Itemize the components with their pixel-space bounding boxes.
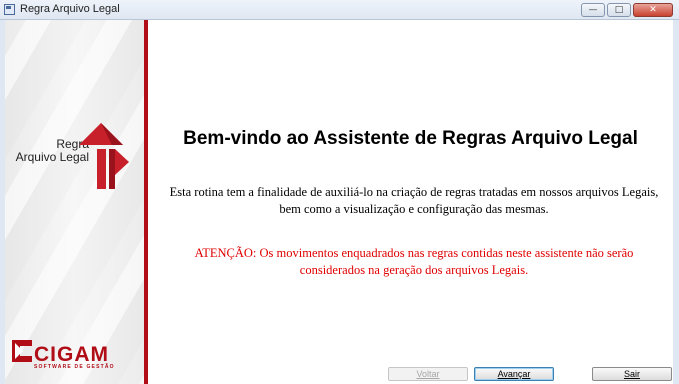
window-title: Regra Arquivo Legal bbox=[20, 3, 120, 15]
wizard-warning: ATENÇÃO: Os movimentos enquadrados nas r… bbox=[194, 246, 634, 277]
minimize-button[interactable]: — bbox=[581, 3, 605, 17]
brand-tagline: SOFTWARE DE GESTÃO bbox=[34, 364, 115, 370]
next-button-label: Avançar bbox=[497, 369, 531, 379]
module-logo-text: Regra Arquivo Legal bbox=[9, 138, 89, 164]
exit-button[interactable]: Sair bbox=[592, 367, 672, 381]
module-logo-line2: Arquivo Legal bbox=[15, 150, 89, 164]
wizard-description: Esta rotina tem a finalidade de auxiliá-… bbox=[169, 185, 659, 216]
next-button[interactable]: Avançar bbox=[474, 367, 554, 381]
window-app-icon[interactable] bbox=[4, 4, 15, 15]
title-bar: Regra Arquivo Legal — □ ✕ bbox=[0, 0, 679, 20]
window-controls: — □ ✕ bbox=[581, 3, 673, 17]
cigam-logo-icon bbox=[12, 340, 32, 362]
window-border-right bbox=[673, 20, 679, 384]
page-title: Bem-vindo ao Assistente de Regras Arquiv… bbox=[183, 128, 638, 149]
maximize-button[interactable]: □ bbox=[607, 3, 631, 17]
wizard-side-banner bbox=[5, 20, 144, 384]
back-button[interactable]: Voltar bbox=[388, 367, 468, 381]
close-button[interactable]: ✕ bbox=[633, 3, 673, 17]
banner-divider bbox=[144, 20, 148, 384]
exit-button-label: Sair bbox=[623, 369, 640, 379]
back-button-label: Voltar bbox=[416, 369, 440, 379]
module-logo-icon bbox=[79, 123, 129, 189]
